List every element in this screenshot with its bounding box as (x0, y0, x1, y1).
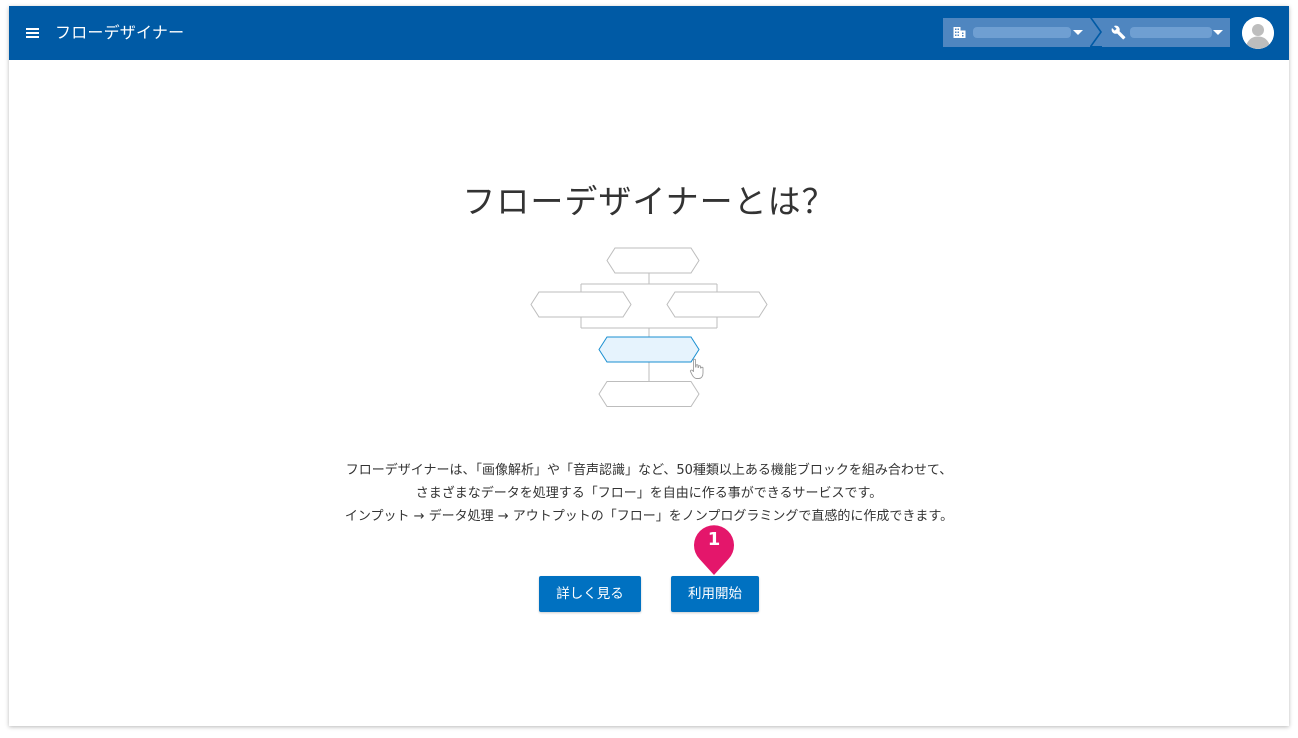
building-icon (953, 27, 966, 38)
tool-selector[interactable] (1092, 18, 1230, 47)
description-line: さまざまなデータを処理する「フロー」を自由に作る事ができるサービスです。 (415, 486, 883, 501)
flow-block-left (530, 291, 632, 318)
flow-diagram-illustration (530, 247, 768, 407)
avatar-silhouette (1242, 17, 1274, 49)
organization-selector-value (973, 27, 1071, 38)
step-callout-marker: 1 (690, 519, 738, 577)
callout-number: 1 (707, 529, 721, 550)
tool-selector-value (1130, 27, 1212, 38)
app-header: フローデザイナー (9, 6, 1289, 60)
learn-more-button[interactable]: 詳しく見る (539, 576, 641, 612)
wrench-icon (1111, 25, 1126, 40)
description-line: インプット → データ処理 → アウトプットの「フロー」をノンプログラミングで直… (344, 509, 954, 524)
hamburger-menu-icon[interactable] (23, 23, 43, 43)
flow-block-top (606, 247, 700, 274)
flow-block-bottom (598, 381, 700, 407)
chevron-down-icon (1213, 30, 1223, 35)
start-using-button[interactable]: 利用開始 (671, 576, 759, 612)
app-title: フローデザイナー (55, 23, 185, 42)
flow-block-selected (598, 336, 700, 363)
flow-block-right (666, 291, 768, 318)
description-line: フローデザイナーは、「画像解析」や「音声認識」など、50種類以上ある機能ブロック… (345, 463, 953, 478)
user-avatar-icon[interactable] (1242, 17, 1274, 49)
page-title: フローデザイナーとは？ (462, 182, 836, 222)
organization-selector[interactable] (943, 18, 1100, 47)
app-window: フローデザイナー フローデザイナーとは？ フローデザイナーは、「画像解析」や「音… (9, 6, 1289, 726)
chevron-down-icon (1073, 30, 1083, 35)
service-description: フローデザイナーは、「画像解析」や「音声認識」など、50種類以上ある機能ブロック… (9, 459, 1289, 528)
hand-pointer-icon (689, 358, 704, 379)
